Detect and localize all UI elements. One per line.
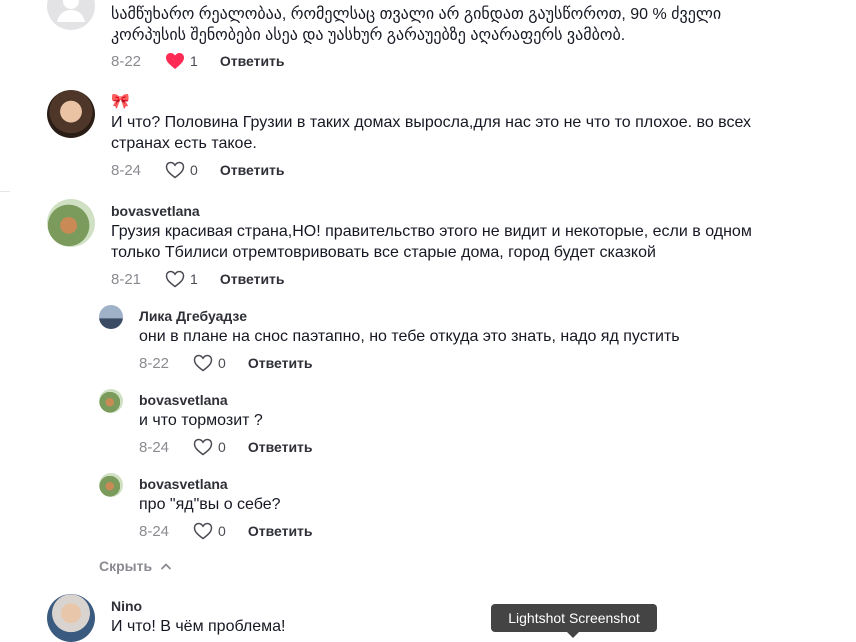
like-button[interactable]: 0	[193, 438, 226, 456]
comment-date: 8-21	[111, 270, 142, 288]
hide-replies-button[interactable]: Скрыть	[99, 558, 172, 574]
chevron-up-icon	[161, 563, 171, 570]
like-button[interactable]: 1	[165, 52, 198, 70]
like-count: 1	[190, 53, 198, 69]
avatar[interactable]	[99, 305, 123, 329]
comment-author[interactable]: 🎀	[111, 92, 130, 110]
comment-date: 8-24	[139, 438, 170, 456]
heart-icon	[165, 270, 185, 288]
avatar[interactable]	[47, 594, 95, 642]
comment-author[interactable]: Nino	[111, 598, 142, 614]
avatar[interactable]	[47, 199, 95, 247]
like-button[interactable]: 0	[193, 522, 226, 540]
comment-text: Грузия красивая страна,НО! правительство…	[111, 223, 752, 261]
comment-date: 8-22	[111, 52, 142, 70]
like-count: 0	[218, 439, 226, 455]
comment-author[interactable]: bovasvetlana	[139, 392, 228, 408]
comment-meta: 8-24 0 Ответить	[111, 161, 285, 179]
reply-button[interactable]: Ответить	[248, 355, 313, 371]
avatar[interactable]	[47, 0, 95, 30]
comment-text: и что тормозит ?	[139, 412, 263, 429]
comment-text: სამწუხარო რეალობაა, რომელსაც თვალი არ გი…	[111, 6, 722, 44]
screenshot-tooltip: Lightshot Screenshot	[491, 604, 657, 638]
comment-meta: 8-24 0 Ответить	[139, 522, 313, 540]
comment-date: 8-24	[111, 161, 142, 179]
comment-date: 8-22	[139, 354, 170, 372]
avatar[interactable]	[99, 389, 123, 413]
heart-icon	[165, 161, 185, 179]
comment-meta: 8-21 1 Ответить	[111, 270, 285, 288]
comment-author[interactable]: bovasvetlana	[111, 203, 200, 219]
heart-icon	[166, 53, 185, 69]
comment-text: И что? Половина Грузии в таких домах выр…	[111, 114, 752, 152]
comment-text: они в плане на снос паэтапно, но тебе от…	[139, 328, 680, 345]
comment-author[interactable]: Лика Дгебуадзе	[139, 308, 247, 324]
like-button[interactable]: 0	[165, 161, 198, 179]
comment-meta: 8-22 1 Ответить	[111, 52, 285, 70]
like-count: 0	[218, 523, 226, 539]
comment-author[interactable]: bovasvetlana	[139, 476, 228, 492]
comment-date: 8-24	[139, 522, 170, 540]
divider	[0, 191, 10, 192]
reply-button[interactable]: Ответить	[220, 162, 285, 178]
like-count: 0	[218, 355, 226, 371]
default-avatar-icon	[57, 0, 85, 22]
heart-icon	[193, 522, 213, 540]
avatar[interactable]	[47, 90, 95, 138]
reply-button[interactable]: Ответить	[248, 439, 313, 455]
heart-icon	[193, 354, 213, 372]
reply-button[interactable]: Ответить	[220, 271, 285, 287]
comment-meta: 8-24 0 Ответить	[139, 438, 313, 456]
like-count: 0	[190, 162, 198, 178]
heart-icon	[193, 438, 213, 456]
like-button[interactable]: 1	[165, 270, 198, 288]
like-button[interactable]: 0	[193, 354, 226, 372]
comment-text: про "яд"вы о себе?	[139, 496, 281, 513]
reply-button[interactable]: Ответить	[220, 53, 285, 69]
avatar[interactable]	[99, 473, 123, 497]
reply-button[interactable]: Ответить	[248, 523, 313, 539]
like-count: 1	[190, 271, 198, 287]
hide-label: Скрыть	[99, 558, 153, 574]
comment-meta: 8-22 0 Ответить	[139, 354, 313, 372]
